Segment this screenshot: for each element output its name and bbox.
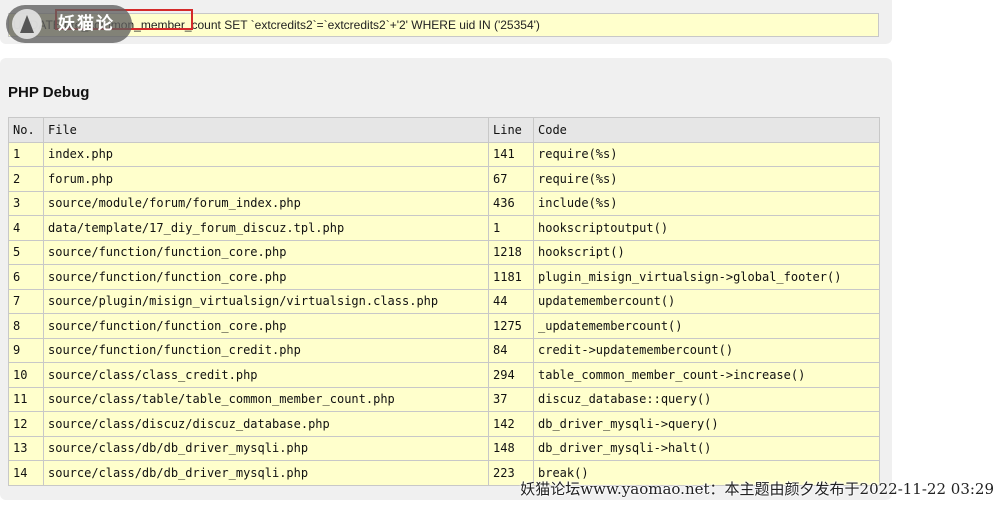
cell-no: 7 xyxy=(8,288,44,314)
cell-line: 141 xyxy=(488,141,534,167)
cell-code: require(%s) xyxy=(533,141,880,167)
cell-no: 5 xyxy=(8,239,44,265)
php-debug-title: PHP Debug xyxy=(8,84,90,101)
cell-line: 44 xyxy=(488,288,534,314)
cell-code: discuz_database::query() xyxy=(533,386,880,412)
table-row: 5 source/function/function_core.php 1218 ho… xyxy=(8,239,880,265)
logo-text: 妖猫论坛 xyxy=(58,14,115,33)
column-header-line: Line xyxy=(488,117,534,143)
cell-no: 1 xyxy=(8,141,44,167)
column-header-file: File xyxy=(43,117,489,143)
cell-code: hookscriptoutput() xyxy=(533,215,880,241)
cell-code: include(%s) xyxy=(533,190,880,216)
cell-code: credit->updatemembercount() xyxy=(533,337,880,363)
cell-no: 13 xyxy=(8,435,44,461)
cell-line: 148 xyxy=(488,435,534,461)
cell-file: source/class/db/db_driver_mysqli.php xyxy=(43,460,489,486)
cell-file: data/template/17_diy_forum_discuz.tpl.ph… xyxy=(43,215,489,241)
cell-line: 1181 xyxy=(488,264,534,290)
cell-file: source/function/function_core.php xyxy=(43,313,489,339)
cell-file: source/class/discuz/discuz_database.php xyxy=(43,411,489,437)
cell-code: plugin_misign_virtualsign->global_footer… xyxy=(533,264,880,290)
cell-file: source/class/table/table_common_member_c… xyxy=(43,386,489,412)
table-row: 8 source/function/function_core.php 1275 _u… xyxy=(8,313,880,339)
table-row: 3 source/module/forum/forum_index.php 436 i… xyxy=(8,190,880,216)
table-row: 11 source/class/table/table_common_member… xyxy=(8,386,880,412)
table-header-row: No. File Line Code xyxy=(8,117,880,143)
cell-no: 6 xyxy=(8,264,44,290)
cell-file: source/plugin/misign_virtualsign/virtual… xyxy=(43,288,489,314)
table-row: 6 source/function/function_core.php 1181 pl… xyxy=(8,264,880,290)
table-row: 1 index.php 141 require(%s) xyxy=(8,141,880,167)
cell-line: 37 xyxy=(488,386,534,412)
cell-no: 3 xyxy=(8,190,44,216)
cell-no: 10 xyxy=(8,362,44,388)
cell-no: 12 xyxy=(8,411,44,437)
cell-file: source/module/forum/forum_index.php xyxy=(43,190,489,216)
cat-logo-icon xyxy=(12,9,42,39)
cell-no: 2 xyxy=(8,166,44,192)
cell-code: db_driver_mysqli->query() xyxy=(533,411,880,437)
forum-logo: 妖猫论坛 xyxy=(6,5,132,43)
table-row: 7 source/plugin/misign_virtualsign/virtua… xyxy=(8,288,880,314)
cell-file: source/function/function_core.php xyxy=(43,239,489,265)
table-row: 10 source/class/class_credit.php 294 table_… xyxy=(8,362,880,388)
cell-line: 1 xyxy=(488,215,534,241)
table-row: 12 source/class/discuz/discuz_database.ph… xyxy=(8,411,880,437)
table-row: 9 source/function/function_credit.php 84 cr… xyxy=(8,337,880,363)
cell-no: 14 xyxy=(8,460,44,486)
cell-line: 142 xyxy=(488,411,534,437)
cell-file: source/function/function_credit.php xyxy=(43,337,489,363)
column-header-no: No. xyxy=(8,117,44,143)
cell-code: _updatemembercount() xyxy=(533,313,880,339)
cell-line: 1218 xyxy=(488,239,534,265)
cell-line: 1275 xyxy=(488,313,534,339)
cell-code: table_common_member_count->increase() xyxy=(533,362,880,388)
cell-no: 4 xyxy=(8,215,44,241)
cell-code: db_driver_mysqli->halt() xyxy=(533,435,880,461)
table-row: 2 forum.php 67 require(%s) xyxy=(8,166,880,192)
forum-watermark: 妖猫论坛www.yaomao.net：本主题由颜夕发布于2022-11-22 0… xyxy=(520,480,994,498)
cell-no: 9 xyxy=(8,337,44,363)
table-row: 4 data/template/17_diy_forum_discuz.tpl.p… xyxy=(8,215,880,241)
cell-no: 8 xyxy=(8,313,44,339)
cell-code: updatemembercount() xyxy=(533,288,880,314)
cell-file: forum.php xyxy=(43,166,489,192)
cell-code: require(%s) xyxy=(533,166,880,192)
cell-no: 11 xyxy=(8,386,44,412)
debug-backtrace-table: No. File Line Code 1 index.php 141 require(… xyxy=(8,117,880,486)
cell-code: hookscript() xyxy=(533,239,880,265)
cell-line: 436 xyxy=(488,190,534,216)
cell-line: 84 xyxy=(488,337,534,363)
cell-line: 67 xyxy=(488,166,534,192)
cell-file: source/class/class_credit.php xyxy=(43,362,489,388)
cell-file: source/function/function_core.php xyxy=(43,264,489,290)
cell-file: source/class/db/db_driver_mysqli.php xyxy=(43,435,489,461)
cell-line: 294 xyxy=(488,362,534,388)
column-header-code: Code xyxy=(533,117,880,143)
table-row: 13 source/class/db/db_driver_mysqli.php 14… xyxy=(8,435,880,461)
cell-file: index.php xyxy=(43,141,489,167)
